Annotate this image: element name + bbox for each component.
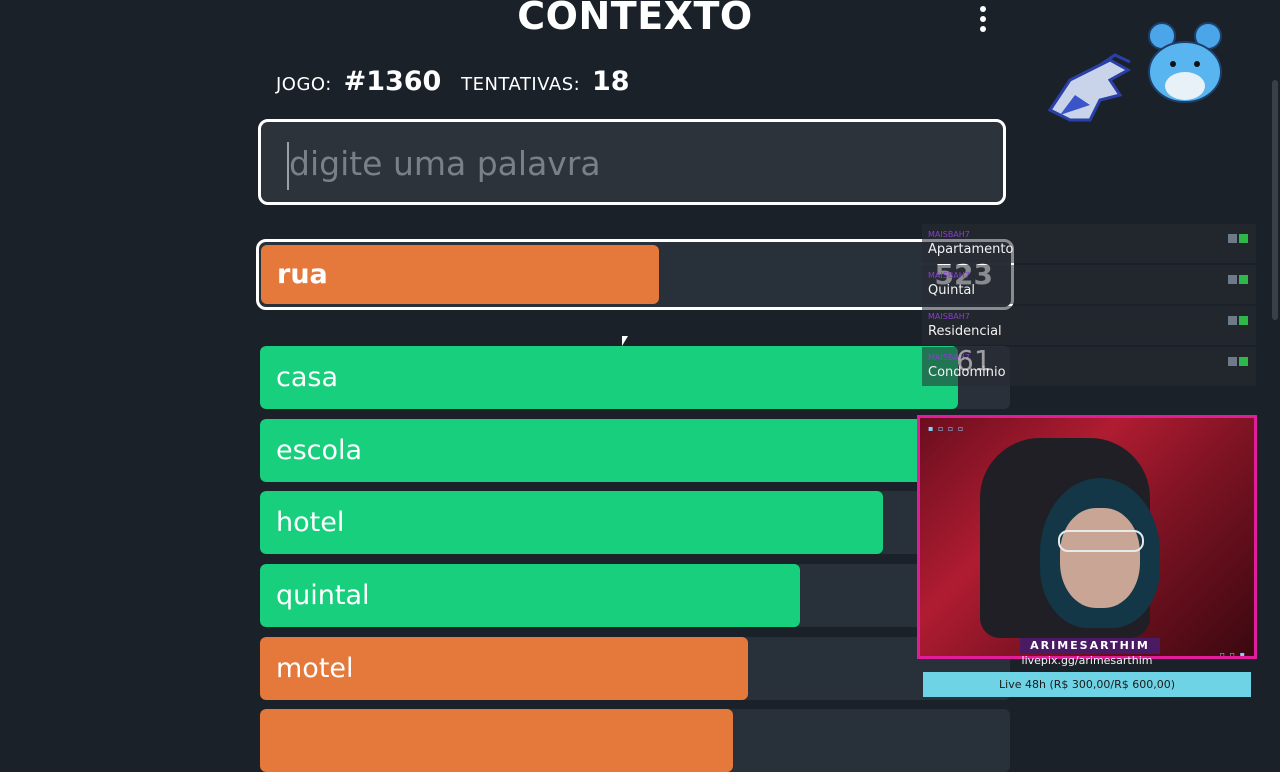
guess-row: escola <box>260 419 1010 482</box>
chat-username: MAISBAH7 <box>928 230 970 239</box>
chat-text: Residencial <box>928 324 1002 339</box>
current-guess-row: rua 523 <box>256 239 1014 310</box>
check-badge-icon <box>1239 275 1248 284</box>
guess-row <box>260 709 1010 772</box>
game-number: #1360 <box>343 66 442 97</box>
guess-row: quintal <box>260 564 1010 627</box>
chat-badges <box>1226 310 1248 329</box>
check-badge-icon <box>1239 234 1248 243</box>
badge-icon <box>1228 275 1237 284</box>
badge-icon <box>1228 234 1237 243</box>
attempts-count: 18 <box>591 66 630 97</box>
livepix-link: livepix.gg/arimesarthim <box>1021 654 1153 667</box>
chat-text: Apartamento <box>928 242 1014 257</box>
guess-fill-bar <box>260 491 883 554</box>
guess-word: quintal <box>276 580 370 611</box>
donation-goal-bar: Live 48h (R$ 300,00/R$ 600,00) <box>923 672 1251 697</box>
stream-chat: MAISBAH7 Apartamento MAISBAH7 Quintal MAISBA… <box>922 224 1256 388</box>
streamer-face <box>1060 508 1140 608</box>
chat-message: MAISBAH7 Residencial <box>922 306 1256 345</box>
chat-message: MAISBAH7 61 Condominio <box>922 344 1256 386</box>
badge-icon <box>1228 357 1237 366</box>
word-input[interactable] <box>287 122 991 204</box>
guess-word: casa <box>276 362 339 393</box>
streamer-name-tag: ARIMESARTHIM <box>1020 638 1160 654</box>
game-label: JOGO: <box>276 74 332 95</box>
badge-icon <box>1228 316 1237 325</box>
chat-badges <box>1226 351 1248 370</box>
webcam-overlay: ▪ ▫ ▫ ▫ ARIMESARTHIM ▫ ▫ ▪ <box>917 415 1257 659</box>
marill-sprite-icon <box>1148 22 1222 103</box>
check-badge-icon <box>1239 316 1248 325</box>
chat-text: Quintal <box>928 283 975 298</box>
chat-badges <box>1226 228 1248 247</box>
word-input-container[interactable] <box>258 119 1006 205</box>
check-badge-icon <box>1239 357 1248 366</box>
chat-text: Condominio <box>928 365 1006 380</box>
guess-row: motel <box>260 637 1010 700</box>
scrollbar[interactable] <box>1272 80 1278 320</box>
page-title: CONTEXTO <box>517 0 753 38</box>
guess-row: hotel <box>260 491 1010 554</box>
pokemon-sprite-icon <box>1047 53 1132 122</box>
guess-word: motel <box>276 653 354 684</box>
current-guess-word: rua <box>277 259 328 290</box>
guess-fill-bar <box>260 709 733 772</box>
frame-decoration: ▪ ▫ ▫ ▫ <box>928 424 965 433</box>
guess-row: casa <box>260 346 1010 409</box>
streamer-glasses <box>1058 530 1144 552</box>
guess-fill-bar <box>260 419 958 482</box>
game-info: JOGO: #1360 TENTATIVAS: 18 <box>276 66 644 97</box>
kebab-menu-icon[interactable] <box>976 6 990 36</box>
guess-word: hotel <box>276 507 345 538</box>
guess-word: escola <box>276 435 363 466</box>
guess-fill-bar <box>260 346 958 409</box>
chat-username: MAISBAH7 <box>928 271 970 280</box>
chat-badges <box>1226 269 1248 288</box>
chat-message: MAISBAH7 Apartamento <box>922 224 1256 263</box>
chat-message: MAISBAH7 Quintal <box>922 265 1256 304</box>
mouse-cursor <box>622 336 628 346</box>
attempts-label: TENTATIVAS: <box>461 74 581 95</box>
chat-username: MAISBAH7 <box>928 312 970 321</box>
